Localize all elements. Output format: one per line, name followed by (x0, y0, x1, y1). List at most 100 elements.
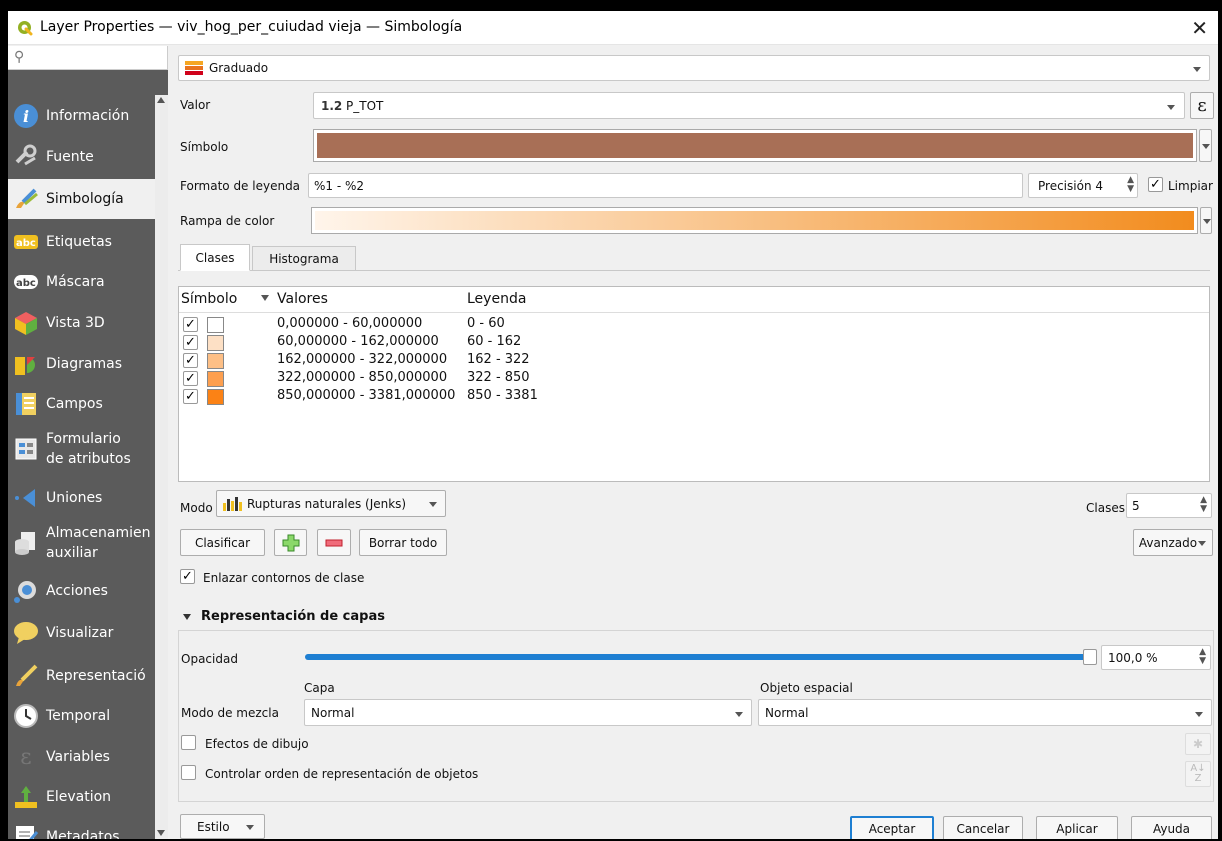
class-legend[interactable]: 322 - 850 (467, 370, 530, 385)
class-visible-checkbox[interactable]: ✓ (183, 389, 198, 404)
header-simbolo[interactable]: Símbolo (181, 291, 237, 307)
rampa-label: Rampa de color (180, 214, 275, 228)
estilo-button[interactable]: Estilo (180, 814, 265, 839)
class-legend[interactable]: 162 - 322 (467, 352, 530, 367)
opacity-slider-track[interactable] (305, 649, 1097, 665)
borrar-todo-button[interactable]: Borrar todo (359, 529, 447, 556)
tab-clases[interactable]: Clases (180, 244, 250, 271)
draw-effects-button[interactable]: ✱ (1185, 733, 1211, 755)
class-symbol-swatch[interactable] (207, 389, 224, 405)
blend-mode-feature-select[interactable]: Normal (758, 699, 1212, 726)
enlazar-checkbox[interactable]: ✓ (180, 569, 195, 584)
table-row[interactable]: ✓ 162,000000 - 322,000000 162 - 322 (179, 352, 1199, 370)
section-title-representacion[interactable]: Representación de capas (201, 609, 385, 624)
header-leyenda[interactable]: Leyenda (467, 291, 526, 307)
class-symbol-swatch[interactable] (207, 317, 224, 333)
class-legend[interactable]: 60 - 162 (467, 334, 521, 349)
sidebar-item-visualizar[interactable]: Visualizar (8, 615, 155, 651)
aplicar-button[interactable]: Aplicar (1036, 816, 1118, 839)
clasificar-button[interactable]: Clasificar (180, 529, 265, 556)
precision-spinbox[interactable]: Precisión 4 ▲ ▼ (1028, 173, 1138, 198)
table-row[interactable]: ✓ 322,000000 - 850,000000 322 - 850 (179, 370, 1199, 388)
table-row[interactable]: ✓ 0,000000 - 60,000000 0 - 60 (179, 316, 1199, 334)
class-values[interactable]: 162,000000 - 322,000000 (277, 352, 447, 367)
spin-arrows-icon[interactable]: ▲ ▼ (1200, 496, 1207, 514)
class-symbol-swatch[interactable] (207, 371, 224, 387)
sidebar-item-etiquetas[interactable]: abc Etiquetas (8, 224, 155, 260)
classification-mode-select[interactable]: Rupturas naturales (Jenks) (216, 490, 446, 517)
sidebar-item-informacion[interactable]: i Información (8, 98, 155, 134)
class-values[interactable]: 0,000000 - 60,000000 (277, 316, 422, 331)
sidebar-item-vista-3d[interactable]: Vista 3D (8, 305, 155, 341)
class-values[interactable]: 60,000000 - 162,000000 (277, 334, 439, 349)
class-values[interactable]: 850,000000 - 3381,000000 (277, 388, 455, 403)
sidebar-item-campos[interactable]: Campos (8, 386, 155, 422)
jenks-bars-icon (223, 497, 242, 511)
collapse-triangle-icon[interactable] (183, 614, 191, 620)
info-icon: i (13, 103, 39, 129)
limpiar-checkbox[interactable]: ✓ (1148, 177, 1163, 192)
blend-mode-layer-select[interactable]: Normal (304, 699, 752, 726)
symbol-button[interactable] (313, 129, 1197, 162)
tab-histograma[interactable]: Histograma (252, 246, 356, 271)
classification-mode-value: Rupturas naturales (Jenks) (247, 497, 407, 511)
sidebar-item-simbologia[interactable]: Simbología (8, 179, 155, 219)
efectos-checkbox[interactable] (181, 735, 196, 750)
renderer-type-value: Graduado (209, 61, 269, 75)
scroll-up-arrow-icon[interactable] (157, 97, 165, 103)
sidebar-item-elevation[interactable]: Elevation (8, 779, 155, 815)
orden-checkbox[interactable] (181, 765, 196, 780)
sidebar-item-fuente[interactable]: Fuente (8, 139, 155, 175)
table-row[interactable]: ✓ 850,000000 - 3381,000000 850 - 3381 (179, 388, 1199, 406)
color-ramp-dropdown-button[interactable] (1200, 207, 1212, 234)
sidebar-item-metadatos[interactable]: Metadatos (8, 819, 155, 839)
opacity-slider-handle[interactable] (1083, 649, 1097, 665)
ayuda-button[interactable]: Ayuda (1131, 816, 1212, 839)
table-row[interactable]: ✓ 60,000000 - 162,000000 60 - 162 (179, 334, 1199, 352)
opacity-spinbox[interactable]: 100,0 % ▲ ▼ (1101, 645, 1211, 670)
symbol-dropdown-button[interactable] (1199, 129, 1212, 162)
class-symbol-swatch[interactable] (207, 335, 224, 351)
class-visible-checkbox[interactable]: ✓ (183, 353, 198, 368)
clases-count-spinbox[interactable]: 5 ▲ ▼ (1126, 493, 1212, 518)
expression-button[interactable]: ε (1190, 92, 1214, 119)
sort-down-icon (261, 295, 269, 301)
enlazar-label: Enlazar contornos de clase (203, 571, 365, 585)
sidebar-item-representacion[interactable]: Representació (8, 658, 155, 694)
sidebar-item-formulario[interactable]: Formulario de atributos (8, 426, 155, 472)
cancelar-button[interactable]: Cancelar (943, 816, 1023, 839)
color-ramp-button[interactable] (311, 207, 1198, 234)
sidebar-item-acciones[interactable]: Acciones (8, 573, 155, 609)
sidebar-search-input[interactable]: ⚲ (8, 46, 168, 70)
class-legend[interactable]: 0 - 60 (467, 316, 505, 331)
sidebar-item-variables[interactable]: ε Variables (8, 739, 155, 775)
sidebar-item-diagramas[interactable]: Diagramas (8, 346, 155, 382)
fields-table-icon (13, 391, 39, 417)
sidebar-item-temporal[interactable]: Temporal (8, 698, 155, 734)
add-class-button[interactable] (274, 529, 307, 556)
close-icon[interactable]: ✕ (1191, 16, 1208, 40)
scroll-down-arrow-icon[interactable] (157, 830, 165, 836)
header-valores[interactable]: Valores (277, 291, 328, 307)
sidebar-item-mascara[interactable]: abc Máscara (8, 264, 155, 300)
legend-format-input[interactable]: %1 - %2 (308, 173, 1023, 198)
remove-class-button[interactable] (317, 529, 351, 556)
chevron-down-icon (735, 712, 743, 717)
class-symbol-swatch[interactable] (207, 353, 224, 369)
class-visible-checkbox[interactable]: ✓ (183, 335, 198, 350)
spin-arrows-icon[interactable]: ▲ ▼ (1199, 648, 1206, 666)
class-legend[interactable]: 850 - 3381 (467, 388, 538, 403)
class-visible-checkbox[interactable]: ✓ (183, 317, 198, 332)
sidebar-item-almacenamiento[interactable]: Almacenamien auxiliar (8, 520, 155, 566)
spin-arrows-icon[interactable]: ▲ ▼ (1127, 176, 1134, 194)
renderer-type-select[interactable]: Graduado (178, 55, 1210, 81)
avanzado-button[interactable]: Avanzado (1133, 529, 1213, 556)
sidebar-scrollbar[interactable] (155, 95, 168, 839)
classes-table[interactable]: Símbolo Valores Leyenda ✓ 0,000000 - 60,0… (178, 286, 1210, 482)
aceptar-button[interactable]: Aceptar (850, 816, 934, 839)
class-visible-checkbox[interactable]: ✓ (183, 371, 198, 386)
valor-field-select[interactable]: 1.2 P_TOT (313, 92, 1185, 119)
sidebar-item-uniones[interactable]: Uniones (8, 480, 155, 516)
class-values[interactable]: 322,000000 - 850,000000 (277, 370, 447, 385)
order-by-button[interactable]: A↓ Z (1185, 761, 1211, 787)
